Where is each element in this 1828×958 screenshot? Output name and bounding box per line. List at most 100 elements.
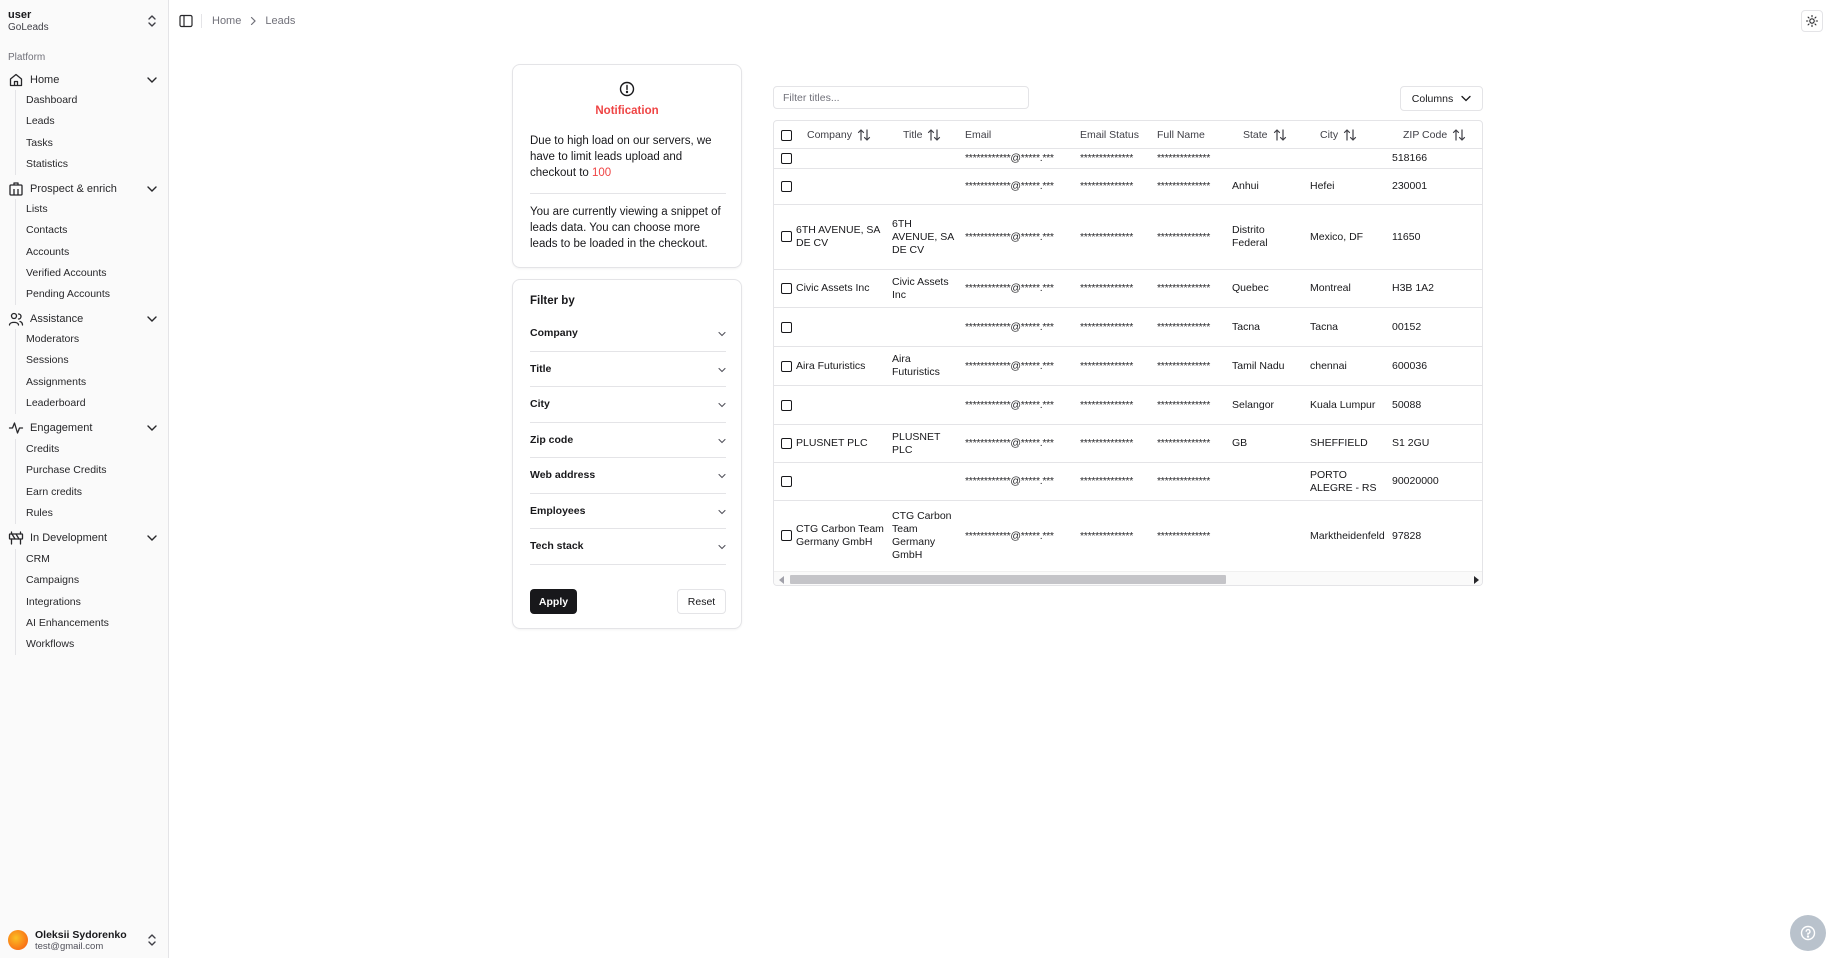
table-row[interactable]: PLUSNET PLC PLUSNET PLC ************@***… — [774, 425, 1482, 463]
cell-state — [1232, 501, 1304, 571]
table-row[interactable]: ************@*****.*** ************** **… — [774, 308, 1482, 347]
sidebar-group-label: In Development — [30, 532, 108, 544]
column-header-state[interactable]: State — [1243, 121, 1287, 149]
sidebar-group-home[interactable]: Home — [8, 70, 158, 90]
help-button[interactable] — [1790, 915, 1826, 951]
sort-icon — [1343, 129, 1357, 141]
column-header-email[interactable]: Email — [965, 121, 991, 149]
table-row[interactable]: ************@*****.*** ************** **… — [774, 386, 1482, 425]
sidebar-item-credits[interactable]: Credits — [16, 439, 155, 460]
cell-company: Civic Assets Inc — [796, 282, 870, 294]
scroll-right-icon[interactable] — [1474, 576, 1479, 584]
reset-button[interactable]: Reset — [677, 589, 726, 614]
cell-title: Civic Assets Inc — [892, 275, 949, 301]
sidebar-group-assistance[interactable]: Assistance — [8, 309, 158, 329]
filter-tech-stack[interactable]: Tech stack — [530, 529, 726, 565]
column-header-email-status[interactable]: Email Status — [1080, 121, 1139, 149]
select-all-checkbox[interactable] — [781, 130, 792, 141]
sidebar-item-crm[interactable]: CRM — [16, 549, 155, 570]
table-row[interactable]: ************@*****.*** ************** **… — [774, 169, 1482, 205]
cell-company — [796, 169, 884, 204]
horizontal-scrollbar[interactable] — [774, 571, 1482, 585]
filter-city[interactable]: City — [530, 387, 726, 423]
cell-city: chennai — [1310, 359, 1347, 372]
sidebar-group-label: Assistance — [30, 313, 84, 325]
column-header-zip-code[interactable]: ZIP Code — [1403, 121, 1466, 149]
sidebar-item-statistics[interactable]: Statistics — [16, 154, 155, 175]
filter-zip-code[interactable]: Zip code — [530, 423, 726, 458]
column-header-label: Company — [807, 129, 852, 141]
sidebar-sublist-home: Dashboard Leads Tasks Statistics — [15, 90, 155, 176]
cell-zip: 97828 — [1392, 529, 1422, 542]
table-row[interactable]: ************@*****.*** ************** **… — [774, 149, 1482, 169]
sidebar-item-integrations[interactable]: Integrations — [16, 592, 155, 613]
filter-title: Filter by — [530, 295, 575, 307]
table-row[interactable]: 6TH AVENUE, SA DE CV 6TH AVENUE, SA DE C… — [774, 205, 1482, 270]
cell-title: PLUSNET PLC — [892, 430, 941, 456]
cell-city: SHEFFIELD — [1310, 437, 1368, 449]
row-checkbox[interactable] — [781, 530, 792, 541]
table-row[interactable]: Aira Futuristics Aira Futuristics ******… — [774, 347, 1482, 386]
filter-title-field[interactable]: Title — [530, 352, 726, 387]
sidebar-item-rules[interactable]: Rules — [16, 503, 155, 524]
sidebar-item-workflows[interactable]: Workflows — [16, 634, 155, 655]
workspace-switcher[interactable]: user GoLeads — [8, 9, 158, 35]
table-row[interactable]: CTG Carbon Team Germany GmbH CTG Carbon … — [774, 501, 1482, 571]
sidebar-toggle-icon[interactable] — [179, 14, 193, 28]
sidebar-item-tasks[interactable]: Tasks — [16, 133, 155, 154]
column-header-full-name[interactable]: Full Name — [1157, 121, 1205, 149]
row-checkbox[interactable] — [781, 438, 792, 449]
sidebar-group-in-development[interactable]: In Development — [8, 528, 158, 548]
sidebar-item-purchase-credits[interactable]: Purchase Credits — [16, 460, 155, 481]
column-header-label: Title — [903, 129, 923, 141]
row-checkbox[interactable] — [781, 361, 792, 372]
cell-zip: 230001 — [1392, 180, 1428, 192]
row-checkbox[interactable] — [781, 153, 792, 164]
filter-web-address[interactable]: Web address — [530, 458, 726, 494]
column-header-city[interactable]: City — [1320, 121, 1357, 149]
sidebar-item-sessions[interactable]: Sessions — [16, 350, 155, 371]
table-row[interactable]: Civic Assets Inc Civic Assets Inc ******… — [774, 270, 1482, 308]
scroll-left-icon[interactable] — [779, 576, 784, 584]
sidebar-item-earn-credits[interactable]: Earn credits — [16, 482, 155, 503]
column-header-label: State — [1243, 129, 1268, 141]
theme-toggle-button[interactable] — [1801, 10, 1823, 32]
sidebar-item-contacts[interactable]: Contacts — [16, 220, 155, 241]
sidebar-item-pending-accounts[interactable]: Pending Accounts — [16, 284, 155, 305]
sidebar-item-ai-enhancements[interactable]: AI Enhancements — [16, 613, 155, 634]
scrollbar-thumb[interactable] — [790, 575, 1226, 584]
filter-company[interactable]: Company — [530, 316, 726, 352]
row-checkbox[interactable] — [781, 400, 792, 411]
sidebar-item-accounts[interactable]: Accounts — [16, 242, 155, 263]
row-checkbox[interactable] — [781, 283, 792, 294]
sidebar-item-campaigns[interactable]: Campaigns — [16, 570, 155, 591]
columns-button[interactable]: Columns — [1400, 86, 1483, 111]
sidebar-item-lists[interactable]: Lists — [16, 199, 155, 220]
row-checkbox[interactable] — [781, 231, 792, 242]
sidebar-group-engagement[interactable]: Engagement — [8, 418, 158, 438]
row-checkbox[interactable] — [781, 181, 792, 192]
cell-zip: 11650 — [1392, 230, 1421, 243]
cell-email: ************@*****.*** — [965, 437, 1054, 449]
cell-zip: 90020000 — [1392, 475, 1439, 487]
cell-company: CTG Carbon Team Germany GmbH — [796, 523, 884, 548]
cell-company — [796, 386, 884, 424]
filter-titles-input[interactable] — [773, 86, 1029, 109]
account-switcher[interactable]: Oleksii Sydorenko test@gmail.com — [8, 928, 158, 952]
row-checkbox[interactable] — [781, 476, 792, 487]
column-header-company[interactable]: Company — [807, 121, 871, 149]
cell-state — [1232, 149, 1304, 168]
column-header-title[interactable]: Title — [903, 121, 941, 149]
sidebar-item-assignments[interactable]: Assignments — [16, 372, 155, 393]
sidebar-group-prospect[interactable]: Prospect & enrich — [8, 179, 158, 199]
row-checkbox[interactable] — [781, 322, 792, 333]
breadcrumb-home[interactable]: Home — [212, 15, 241, 27]
filter-employees[interactable]: Employees — [530, 494, 726, 529]
sidebar-item-dashboard[interactable]: Dashboard — [16, 90, 155, 111]
apply-button[interactable]: Apply — [530, 589, 577, 614]
table-row[interactable]: ************@*****.*** ************** **… — [774, 463, 1482, 501]
sidebar-item-leads[interactable]: Leads — [16, 111, 155, 132]
sidebar-item-leaderboard[interactable]: Leaderboard — [16, 393, 155, 414]
sidebar-item-moderators[interactable]: Moderators — [16, 329, 155, 350]
sidebar-item-verified-accounts[interactable]: Verified Accounts — [16, 263, 155, 284]
